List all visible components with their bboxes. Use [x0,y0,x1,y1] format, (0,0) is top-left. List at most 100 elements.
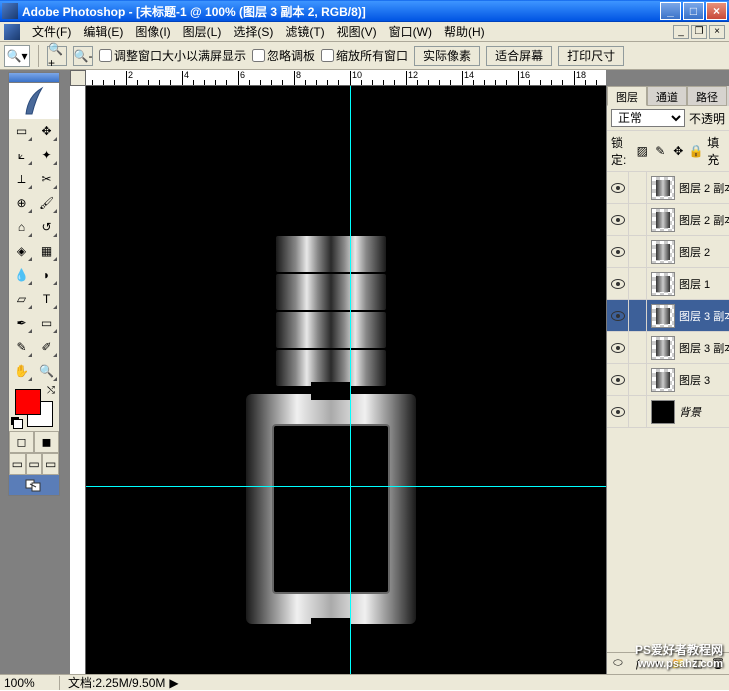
layer-link-area[interactable] [629,300,647,331]
guide-horizontal[interactable] [86,486,606,487]
dodge-tool[interactable]: ◗ [34,263,59,287]
menu-item[interactable]: 选择(S) [227,21,279,42]
jump-to-imageready[interactable] [9,475,59,495]
layer-link-area[interactable] [629,396,647,427]
layer-thumbnail[interactable] [651,368,675,392]
menu-item[interactable]: 文件(F) [26,21,77,42]
layer-visibility-toggle[interactable] [607,396,629,427]
layer-link-area[interactable] [629,364,647,395]
layer-link-area[interactable] [629,268,647,299]
guide-vertical[interactable] [350,86,351,674]
eraser-tool[interactable]: ◈ [9,239,34,263]
layer-thumbnail[interactable] [651,208,675,232]
layer-thumbnail[interactable] [651,304,675,328]
status-menu-arrow-icon[interactable]: ▶ [169,676,178,690]
menu-item[interactable]: 编辑(E) [77,21,129,42]
move-tool[interactable]: ✥ [34,119,59,143]
layer-visibility-toggle[interactable] [607,236,629,267]
history-brush-tool[interactable]: ↺ [34,215,59,239]
layer-thumbnail[interactable] [651,272,675,296]
menu-item[interactable]: 图像(I) [129,21,176,42]
layer-item[interactable]: 图层 2 副本 2 [607,172,729,204]
layer-name[interactable]: 图层 2 [679,244,729,260]
slice-tool[interactable]: ✂ [34,167,59,191]
layer-name[interactable]: 图层 2 副本 2 [679,180,729,196]
link-layers-button[interactable]: ⬭ [611,656,625,672]
lock-position-icon[interactable]: ✥ [671,144,685,158]
menu-item[interactable]: 滤镜(T) [279,21,330,42]
layer-item[interactable]: 图层 2 副本 [607,204,729,236]
layer-item[interactable]: 图层 2 [607,236,729,268]
panel-tab[interactable]: 路径 [687,86,727,106]
close-button[interactable]: × [706,2,727,20]
layer-item[interactable]: 图层 3 [607,364,729,396]
layer-link-area[interactable] [629,332,647,363]
ruler-horizontal[interactable]: 024681012141618 [70,70,606,86]
layer-visibility-toggle[interactable] [607,268,629,299]
layer-name[interactable]: 图层 2 副本 [679,212,729,228]
brush-tool[interactable]: 🖌 [34,191,59,215]
marquee-tool[interactable]: ▭ [9,119,34,143]
canvas[interactable] [86,86,606,674]
panel-tab[interactable]: 通道 [647,86,687,106]
print-size-button[interactable]: 打印尺寸 [558,46,624,66]
layer-link-area[interactable] [629,236,647,267]
type-tool[interactable]: T [34,287,59,311]
ruler-origin[interactable] [70,70,86,86]
ignore-palettes-checkbox[interactable]: 忽略调板 [252,47,315,64]
doc-minimize-button[interactable]: _ [673,25,689,39]
layer-visibility-toggle[interactable] [607,204,629,235]
notes-tool[interactable]: ✎ [9,335,34,359]
screen-mode-standard[interactable]: ▭ [9,453,26,475]
toolbox-grip[interactable] [9,73,59,83]
blur-tool[interactable]: 💧 [9,263,34,287]
blend-mode-select[interactable]: 正常 [611,109,685,127]
standard-mode-button[interactable]: ◻ [9,431,34,453]
menu-item[interactable]: 图层(L) [177,21,228,42]
lasso-tool[interactable]: ⟀ [9,143,34,167]
layer-item[interactable]: 背景 [607,396,729,428]
lock-transparency-icon[interactable]: ▨ [635,144,649,158]
healing-tool[interactable]: ⊕ [9,191,34,215]
layer-link-area[interactable] [629,172,647,203]
swap-colors-icon[interactable]: ⤭ [47,385,55,396]
layer-visibility-toggle[interactable] [607,364,629,395]
layer-name[interactable]: 图层 1 [679,276,729,292]
ruler-vertical[interactable] [70,86,86,674]
layer-thumbnail[interactable] [651,240,675,264]
minimize-button[interactable]: _ [660,2,681,20]
eyedropper-tool[interactable]: ✐ [34,335,59,359]
magic-wand-tool[interactable]: ✦ [34,143,59,167]
layer-name[interactable]: 图层 3 [679,372,729,388]
quickmask-mode-button[interactable]: ◼ [34,431,59,453]
lock-all-icon[interactable]: 🔒 [689,144,703,158]
layer-thumbnail[interactable] [651,336,675,360]
layer-name[interactable]: 图层 3 副本 [679,340,729,356]
layer-visibility-toggle[interactable] [607,172,629,203]
fit-screen-button[interactable]: 适合屏幕 [486,46,552,66]
stamp-tool[interactable]: ⌂ [9,215,34,239]
hand-tool[interactable]: ✋ [9,359,34,383]
zoom-all-checkbox[interactable]: 缩放所有窗口 [321,47,408,64]
menu-item[interactable]: 视图(V) [331,21,383,42]
resize-to-fit-checkbox[interactable]: 调整窗口大小以满屏显示 [99,47,246,64]
panel-tab[interactable]: 图层 [607,86,647,106]
maximize-button[interactable]: □ [683,2,704,20]
layer-link-area[interactable] [629,204,647,235]
doc-restore-button[interactable]: ❐ [691,25,707,39]
layer-item[interactable]: 图层 1 [607,268,729,300]
layer-name[interactable]: 图层 3 副本 2 [679,308,729,324]
menu-item[interactable]: 帮助(H) [438,21,491,42]
default-colors-icon[interactable] [11,417,23,429]
screen-mode-full[interactable]: ▭ [42,453,59,475]
zoom-out-button[interactable]: 🔍- [73,46,93,66]
lock-image-icon[interactable]: ✎ [653,144,667,158]
path-select-tool[interactable]: ▱ [9,287,34,311]
tool-preset-picker[interactable]: 🔍▾ [4,45,30,67]
layer-item[interactable]: 图层 3 副本 2 [607,300,729,332]
zoom-tool[interactable]: 🔍 [34,359,59,383]
doc-close-button[interactable]: × [709,25,725,39]
crop-tool[interactable]: ⟂ [9,167,34,191]
layer-thumbnail[interactable] [651,176,675,200]
document-size[interactable]: 文档:2.25M/9.50M ▶ [60,674,187,691]
